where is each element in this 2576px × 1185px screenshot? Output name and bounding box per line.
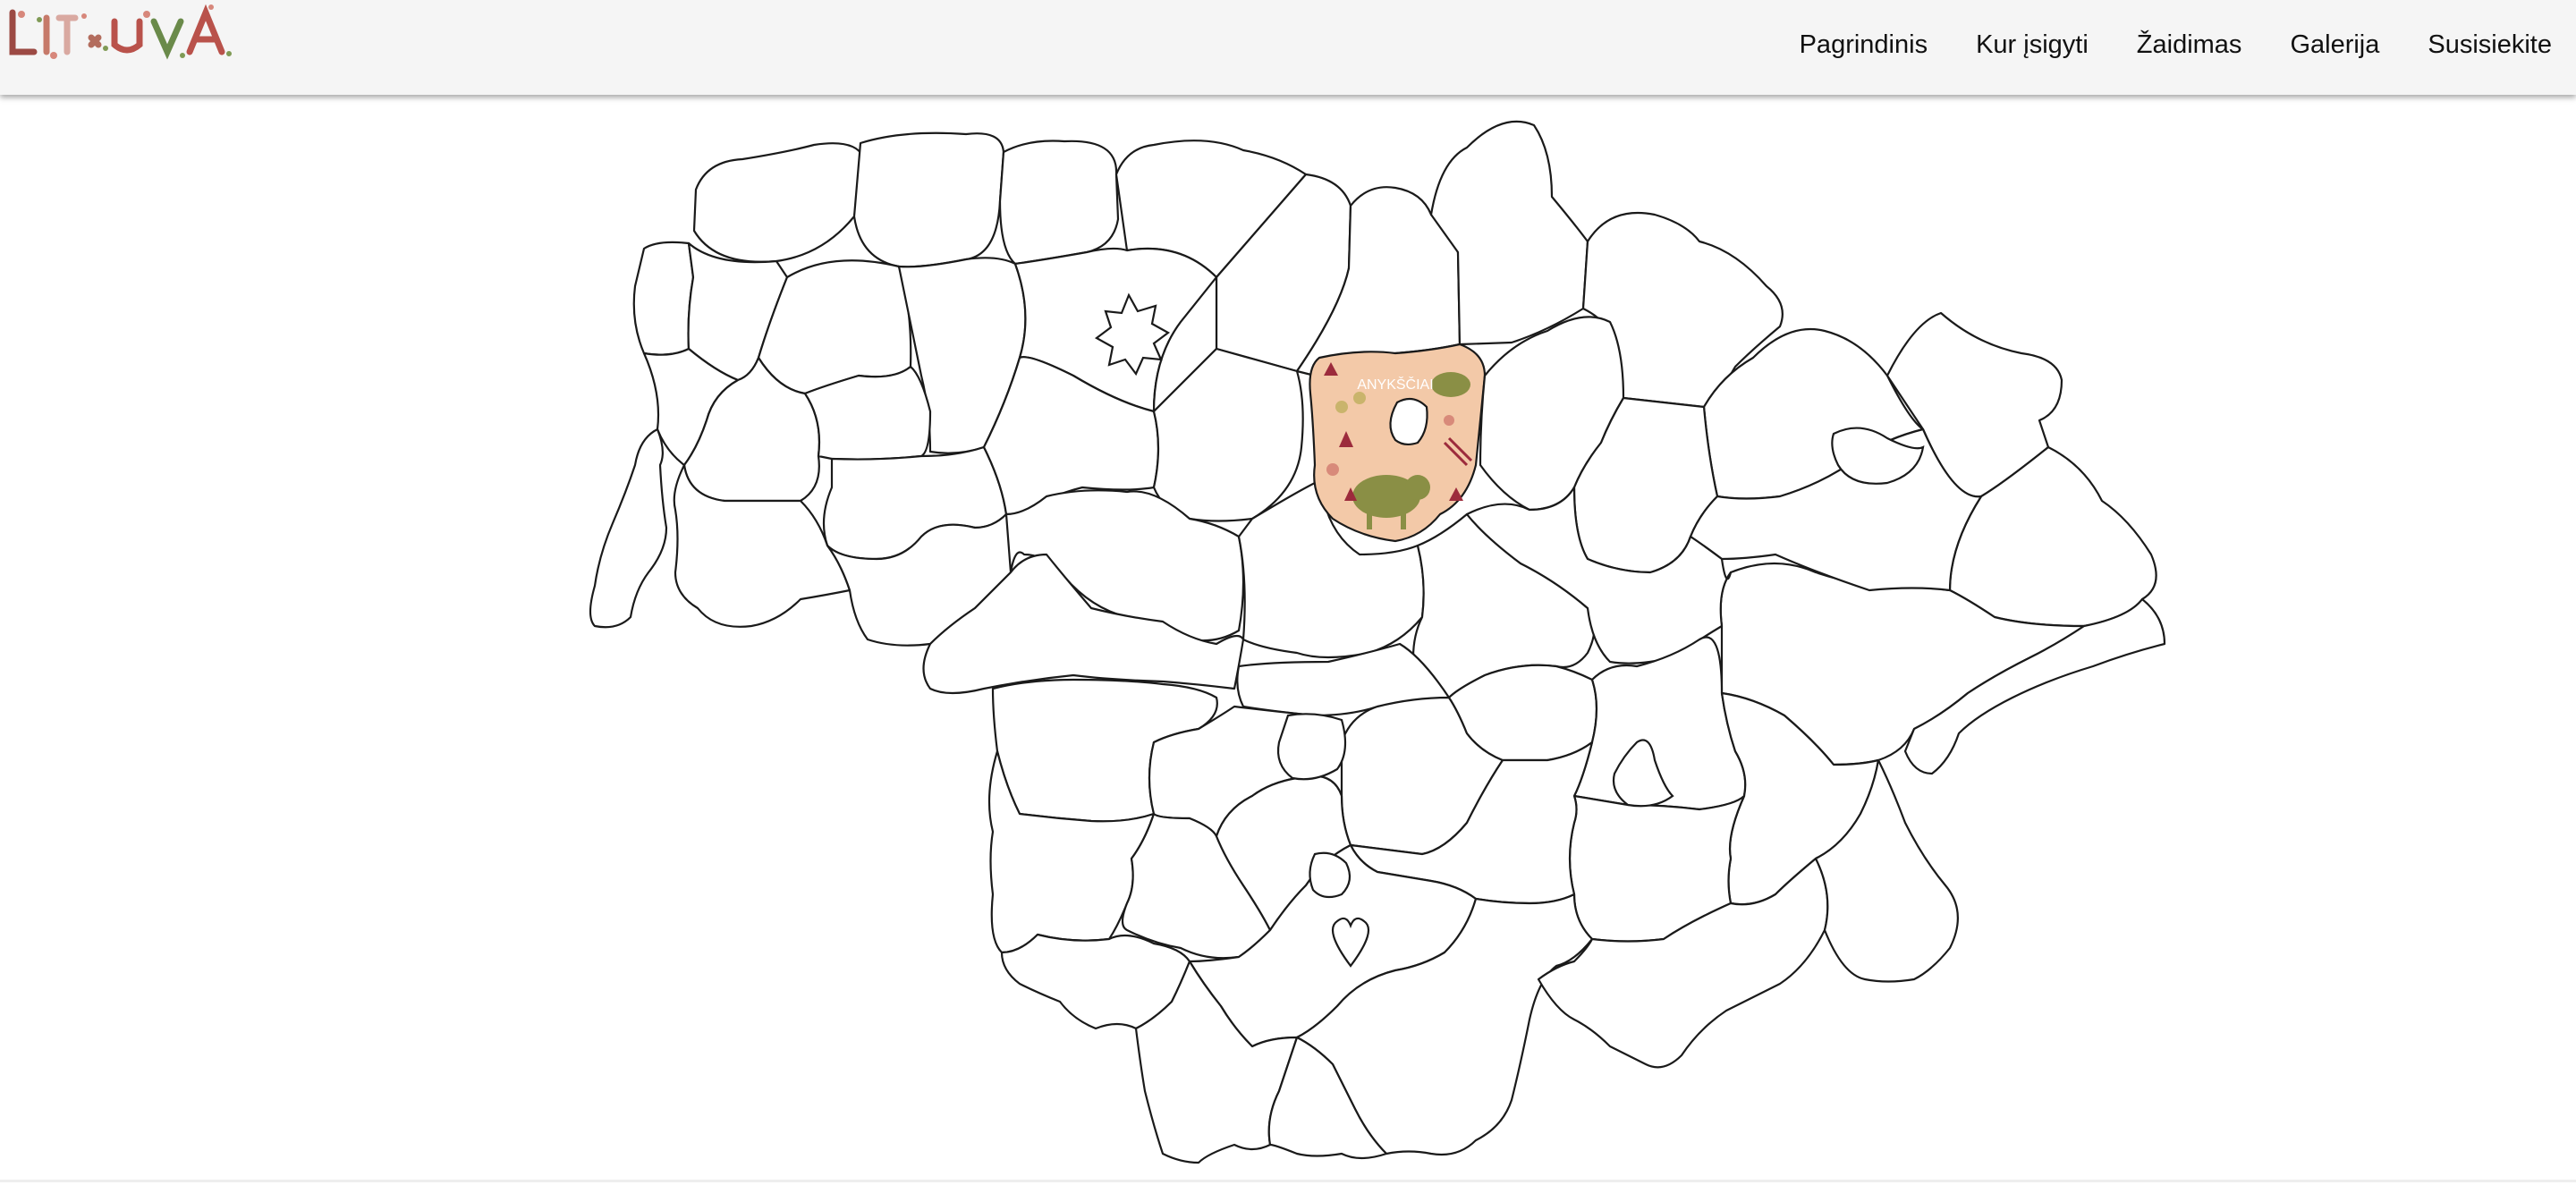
- round-lake-hole: [1276, 713, 1347, 781]
- nav-link-pagrindinis[interactable]: Pagrindinis: [1775, 0, 1952, 89]
- highlight-caption: ANYKŠČIAI: [1357, 376, 1433, 393]
- map-region[interactable]: [692, 142, 865, 263]
- map-region[interactable]: [589, 427, 668, 629]
- map-region[interactable]: [632, 241, 695, 356]
- page-bottom-divider: [0, 1180, 2576, 1182]
- nav-link-susisiekite[interactable]: Susisiekite: [2403, 0, 2576, 89]
- small-lake-hole: [1309, 851, 1352, 899]
- highlighted-region[interactable]: ANYKŠČIAI: [1309, 343, 1487, 543]
- nav-link-galerija[interactable]: Galerija: [2266, 0, 2403, 89]
- main-nav: Pagrindinis Kur įsigyti Žaidimas Galerij…: [1775, 0, 2576, 89]
- nav-link-kur-isigyti[interactable]: Kur įsigyti: [1952, 0, 2113, 89]
- site-header: Pagrindinis Kur įsigyti Žaidimas Galerij…: [0, 0, 2576, 95]
- region-hole: [1389, 397, 1428, 446]
- map-region[interactable]: [852, 131, 1005, 268]
- lietuva-logo[interactable]: [4, 2, 238, 64]
- nav-link-zaidimas[interactable]: Žaidimas: [2113, 0, 2267, 89]
- map-region[interactable]: [998, 140, 1120, 266]
- puzzle-map-area: ANYKŠČIAI: [0, 97, 2576, 1177]
- lithuania-puzzle-map: ANYKŠČIAI: [589, 120, 2166, 1164]
